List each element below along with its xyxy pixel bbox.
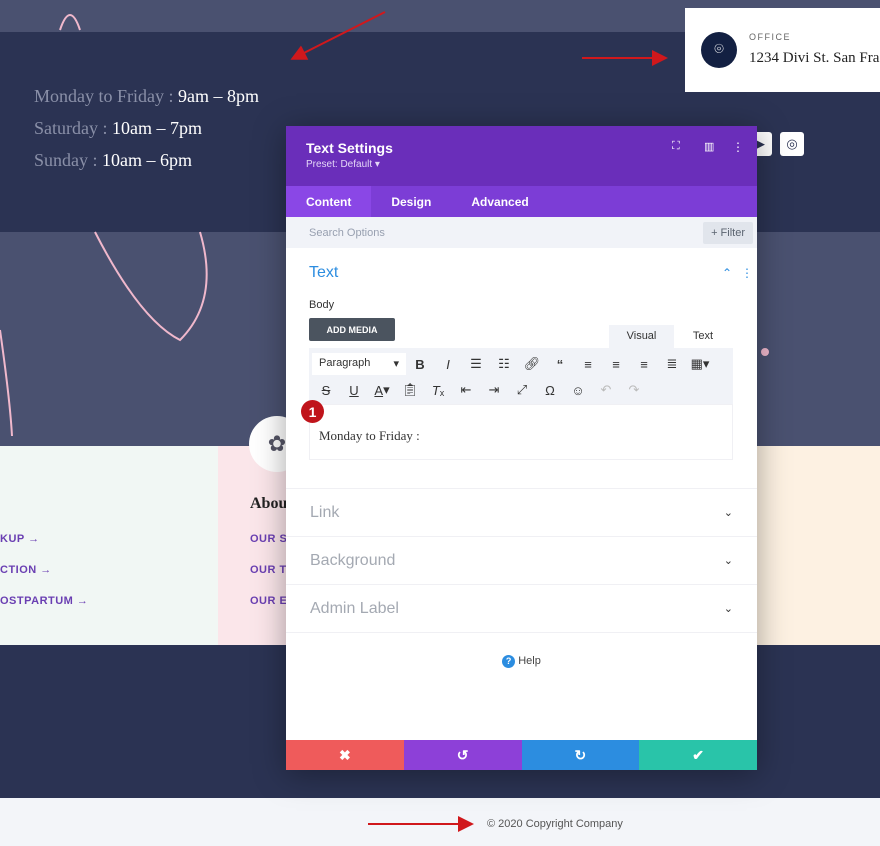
link-icon[interactable]: 🔗︎: [518, 351, 546, 377]
align-left-icon[interactable]: ≡: [574, 351, 602, 377]
save-button[interactable]: ✔: [639, 740, 757, 770]
step-badge: 1: [301, 400, 324, 423]
section-background[interactable]: Background ⌄: [286, 536, 757, 584]
editor-text: Monday to Friday :: [319, 428, 420, 443]
indent-icon[interactable]: ⇥: [480, 377, 508, 403]
tab-design[interactable]: Design: [371, 186, 451, 217]
fullscreen-editor-icon[interactable]: ⤢: [508, 377, 536, 403]
bold-icon[interactable]: B: [406, 351, 434, 377]
paste-text-icon[interactable]: 📋︎: [396, 377, 424, 403]
justify-icon[interactable]: ≣: [658, 351, 686, 377]
search-placeholder: Search Options: [309, 226, 385, 239]
section-link[interactable]: Link ⌄: [286, 488, 757, 536]
chevron-down-icon: ⌄: [723, 603, 733, 615]
sidebar-layout-icon[interactable]: ▥: [704, 140, 714, 153]
table-icon[interactable]: ▦▾: [686, 351, 714, 377]
modal-footer: ✖ ↺ ↻ ✔: [286, 740, 757, 770]
filter-button[interactable]: + Filter: [703, 221, 753, 244]
add-media-button[interactable]: ADD MEDIA: [309, 318, 395, 341]
body-label: Body: [309, 299, 335, 311]
text-section: Text ⌃ ⋮ Body ADD MEDIA Visual Text Para…: [286, 248, 757, 488]
blockquote-icon[interactable]: “: [546, 351, 574, 377]
help-icon: ?: [502, 655, 516, 668]
redo-button[interactable]: ↻: [521, 740, 640, 770]
section-admin-label[interactable]: Admin Label ⌄: [286, 584, 757, 632]
help-link[interactable]: ? Help: [286, 632, 757, 668]
outdent-icon[interactable]: ⇤: [452, 377, 480, 403]
paragraph-select-value: Paragraph: [319, 357, 371, 369]
text-settings-modal: Text Settings Preset: Default ▾ ⛶ ▥ ⋮ Co…: [286, 126, 757, 770]
editor-tab-text[interactable]: Text: [674, 325, 732, 348]
clear-format-icon[interactable]: Tₓ: [424, 377, 452, 403]
section-label: Admin Label: [310, 599, 399, 617]
numbered-list-icon[interactable]: ☷: [490, 351, 518, 377]
tab-content[interactable]: Content: [286, 186, 372, 217]
redo-icon[interactable]: ↷: [620, 377, 648, 403]
editor-toolbar: Paragraph ▾ B I ☰ ☷ 🔗︎ “ ≡ ≡ ≡ ≣ ▦▾ S U A…: [309, 348, 733, 404]
undo-button[interactable]: ↺: [403, 740, 522, 770]
align-center-icon[interactable]: ≡: [602, 351, 630, 377]
align-right-icon[interactable]: ≡: [630, 351, 658, 377]
arrow: [290, 11, 386, 60]
emoji-icon[interactable]: ☺: [564, 377, 592, 403]
editor-tab-visual[interactable]: Visual: [609, 325, 674, 348]
italic-icon[interactable]: I: [434, 351, 462, 377]
paragraph-select[interactable]: Paragraph ▾: [312, 353, 406, 375]
fullscreen-icon[interactable]: ⛶: [672, 140, 680, 153]
underline-icon[interactable]: U: [340, 377, 368, 403]
help-label: Help: [518, 655, 541, 667]
modal-header: Text Settings Preset: Default ▾ ⛶ ▥ ⋮: [286, 126, 757, 186]
preset-dropdown[interactable]: Preset: Default ▾: [306, 159, 737, 170]
special-char-icon[interactable]: Ω: [536, 377, 564, 403]
cancel-button[interactable]: ✖: [286, 740, 404, 770]
chevron-up-icon[interactable]: ⌃: [722, 266, 732, 280]
section-label: Link: [310, 503, 340, 521]
section-label: Background: [310, 551, 396, 569]
chevron-down-icon: ⌄: [723, 507, 733, 519]
more-options-icon[interactable]: ⋮: [732, 140, 744, 154]
bullet-list-icon[interactable]: ☰: [462, 351, 490, 377]
section-menu-icon[interactable]: ⋮: [741, 266, 753, 280]
section-title-text[interactable]: Text: [309, 264, 338, 282]
tab-advanced[interactable]: Advanced: [451, 186, 548, 217]
chevron-down-icon: ⌄: [723, 555, 733, 567]
text-color-icon[interactable]: A ▾: [368, 377, 396, 403]
editor-body[interactable]: Monday to Friday :: [309, 404, 733, 460]
undo-icon[interactable]: ↶: [592, 377, 620, 403]
modal-tabs: Content Design Advanced: [286, 186, 757, 217]
search-options-input[interactable]: Search Options + Filter: [286, 217, 757, 248]
strikethrough-icon[interactable]: S: [312, 377, 340, 403]
